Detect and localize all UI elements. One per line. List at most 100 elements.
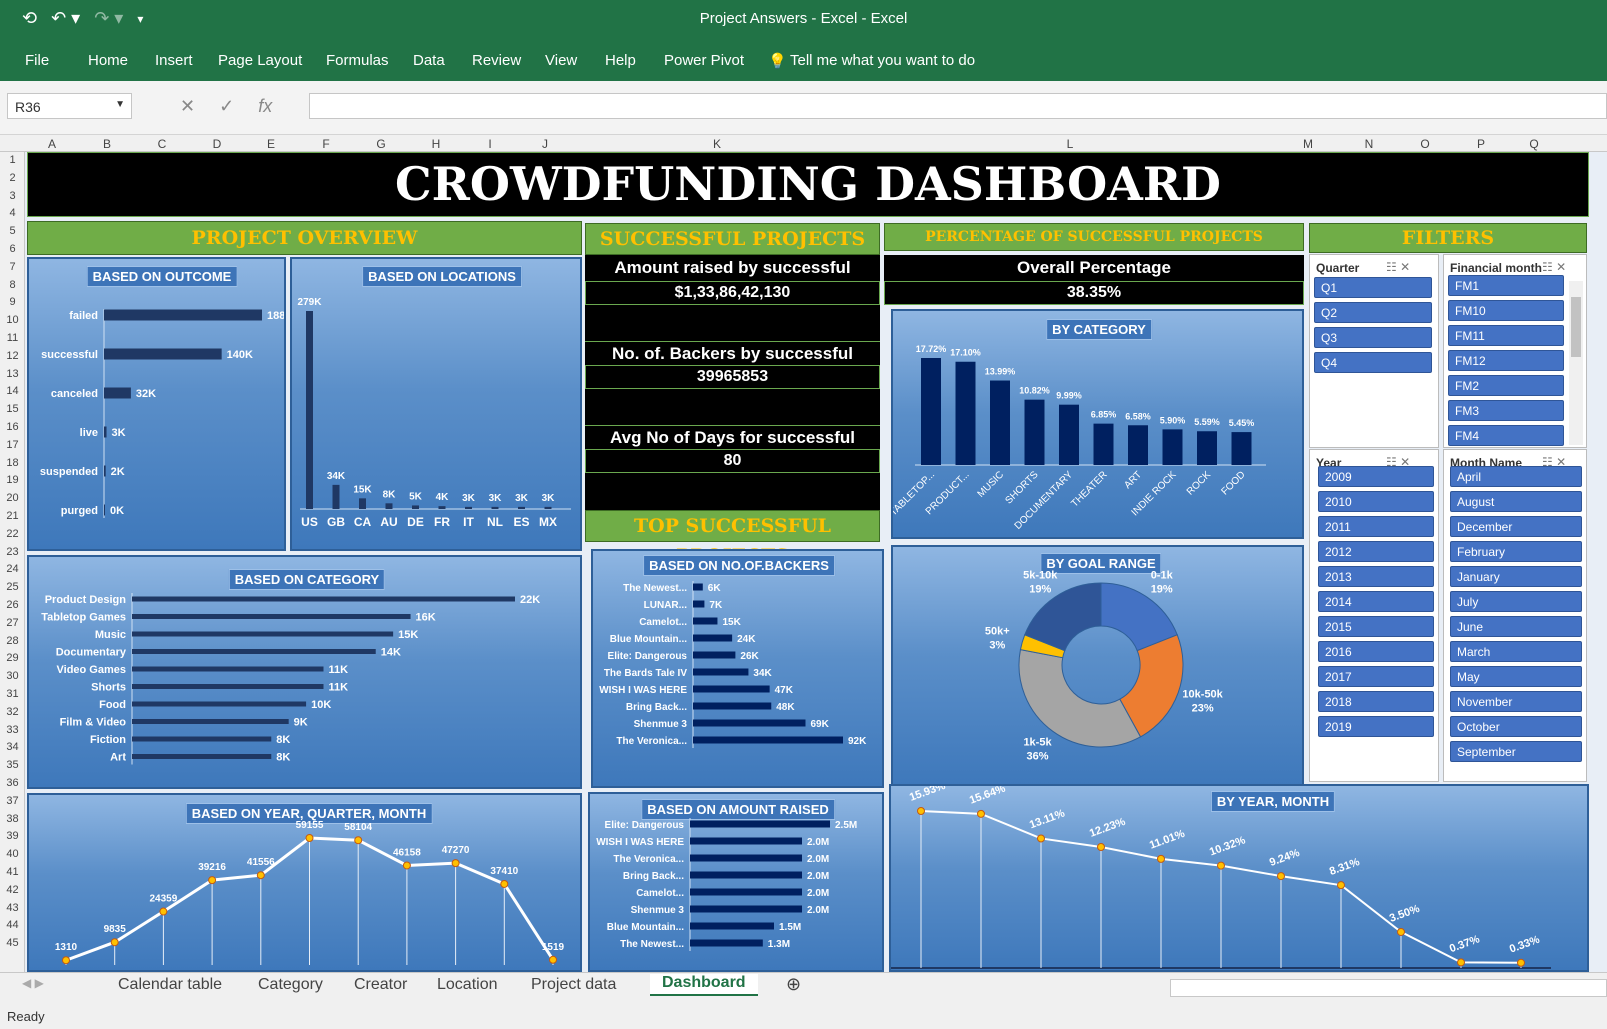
row-header[interactable]: 23	[0, 546, 25, 558]
cancel-icon[interactable]: ✕	[180, 96, 195, 117]
slicer-item[interactable]: April	[1450, 466, 1582, 487]
row-header[interactable]: 30	[0, 670, 25, 682]
row-header[interactable]: 37	[0, 795, 25, 807]
tab-file[interactable]: File	[25, 52, 49, 69]
sheet-tab[interactable]: Project data	[531, 976, 616, 994]
row-header[interactable]: 9	[0, 296, 25, 308]
slicer-item[interactable]: FM11	[1448, 325, 1564, 346]
row-header[interactable]: 43	[0, 902, 25, 914]
slicer-item[interactable]: FM1	[1448, 275, 1564, 296]
slicer-item[interactable]: November	[1450, 691, 1582, 712]
column-header[interactable]: L	[1067, 137, 1074, 151]
column-header[interactable]: H	[432, 137, 441, 151]
row-header[interactable]: 28	[0, 635, 25, 647]
horizontal-scrollbar[interactable]	[1170, 979, 1607, 997]
slicer-item[interactable]: Q2	[1314, 302, 1432, 323]
enter-icon[interactable]: ✓	[219, 96, 234, 117]
row-header[interactable]: 4	[0, 207, 25, 219]
slicer-item[interactable]: 2017	[1318, 666, 1434, 687]
slicer-item[interactable]: 2019	[1318, 716, 1434, 737]
row-header[interactable]: 25	[0, 581, 25, 593]
column-header[interactable]: J	[542, 137, 548, 151]
multi-select-icon[interactable]: ☷ ✕	[1386, 260, 1410, 274]
row-header[interactable]: 31	[0, 688, 25, 700]
row-header[interactable]: 10	[0, 314, 25, 326]
column-header[interactable]: I	[488, 137, 491, 151]
row-header[interactable]: 40	[0, 848, 25, 860]
row-header[interactable]: 6	[0, 243, 25, 255]
column-header[interactable]: K	[713, 137, 721, 151]
row-header[interactable]: 22	[0, 528, 25, 540]
sheet-tab[interactable]: Dashboard	[650, 974, 758, 996]
row-header[interactable]: 7	[0, 261, 25, 273]
row-header[interactable]: 24	[0, 563, 25, 575]
slicer-item[interactable]: 2016	[1318, 641, 1434, 662]
slicer-item[interactable]: July	[1450, 591, 1582, 612]
slicer-item[interactable]: August	[1450, 491, 1582, 512]
slicer-item[interactable]: FM2	[1448, 375, 1564, 396]
name-box[interactable]: R36 ▼	[7, 93, 132, 119]
row-header[interactable]: 26	[0, 599, 25, 611]
slicer-item[interactable]: May	[1450, 666, 1582, 687]
tab-power-pivot[interactable]: Power Pivot	[664, 52, 744, 69]
slicer-item[interactable]: 2012	[1318, 541, 1434, 562]
column-header[interactable]: E	[267, 137, 275, 151]
slicer-item[interactable]: June	[1450, 616, 1582, 637]
slicer-item[interactable]: October	[1450, 716, 1582, 737]
column-header[interactable]: N	[1365, 137, 1374, 151]
row-header[interactable]: 45	[0, 937, 25, 949]
row-header[interactable]: 42	[0, 884, 25, 896]
tab-formulas[interactable]: Formulas	[326, 52, 389, 69]
chevron-down-icon[interactable]: ▼	[115, 99, 125, 110]
insert-function-icon[interactable]: fx	[258, 96, 272, 117]
slicer-item[interactable]: March	[1450, 641, 1582, 662]
row-header[interactable]: 18	[0, 457, 25, 469]
slicer-item[interactable]: FM3	[1448, 400, 1564, 421]
tab-review[interactable]: Review	[472, 52, 521, 69]
column-header[interactable]: B	[103, 137, 111, 151]
row-header[interactable]: 2	[0, 172, 25, 184]
multi-select-icon[interactable]: ☷ ✕	[1542, 260, 1566, 274]
slicer-item[interactable]: FM4	[1448, 425, 1564, 446]
row-header[interactable]: 44	[0, 919, 25, 931]
row-header[interactable]: 36	[0, 777, 25, 789]
tab-page-layout[interactable]: Page Layout	[218, 52, 302, 69]
column-header[interactable]: Q	[1529, 137, 1538, 151]
row-header[interactable]: 11	[0, 332, 25, 344]
column-header[interactable]: D	[213, 137, 222, 151]
row-header[interactable]: 3	[0, 190, 25, 202]
sheet-tab[interactable]: Location	[437, 976, 498, 994]
row-header[interactable]: 35	[0, 759, 25, 771]
tab-view[interactable]: View	[545, 52, 577, 69]
row-header[interactable]: 13	[0, 368, 25, 380]
row-header[interactable]: 17	[0, 439, 25, 451]
tab-help[interactable]: Help	[605, 52, 636, 69]
tab-data[interactable]: Data	[413, 52, 445, 69]
row-header[interactable]: 27	[0, 617, 25, 629]
slicer-item[interactable]: 2011	[1318, 516, 1434, 537]
tab-home[interactable]: Home	[88, 52, 128, 69]
slicer-item[interactable]: Q3	[1314, 327, 1432, 348]
slicer-item[interactable]: 2015	[1318, 616, 1434, 637]
formula-input[interactable]	[309, 93, 1607, 119]
tell-me-box[interactable]: Tell me what you want to do	[790, 52, 975, 69]
row-header[interactable]: 8	[0, 279, 25, 291]
tab-insert[interactable]: Insert	[155, 52, 193, 69]
row-header[interactable]: 29	[0, 652, 25, 664]
slicer-item[interactable]: February	[1450, 541, 1582, 562]
slicer-item[interactable]: Q4	[1314, 352, 1432, 373]
column-header[interactable]: O	[1420, 137, 1429, 151]
row-header[interactable]: 14	[0, 385, 25, 397]
slicer-scrollbar[interactable]	[1569, 281, 1583, 445]
row-header[interactable]: 33	[0, 724, 25, 736]
slicer-item[interactable]: 2009	[1318, 466, 1434, 487]
slicer-item[interactable]: 2013	[1318, 566, 1434, 587]
sheet-tab[interactable]: Calendar table	[118, 976, 222, 994]
row-header[interactable]: 32	[0, 706, 25, 718]
column-header[interactable]: C	[158, 137, 167, 151]
column-header[interactable]: A	[48, 137, 56, 151]
new-sheet-icon[interactable]: ⊕	[786, 974, 801, 995]
column-header[interactable]: G	[376, 137, 385, 151]
tab-scroll-left-icon[interactable]: ◀ ▶	[22, 976, 44, 990]
row-header[interactable]: 34	[0, 741, 25, 753]
